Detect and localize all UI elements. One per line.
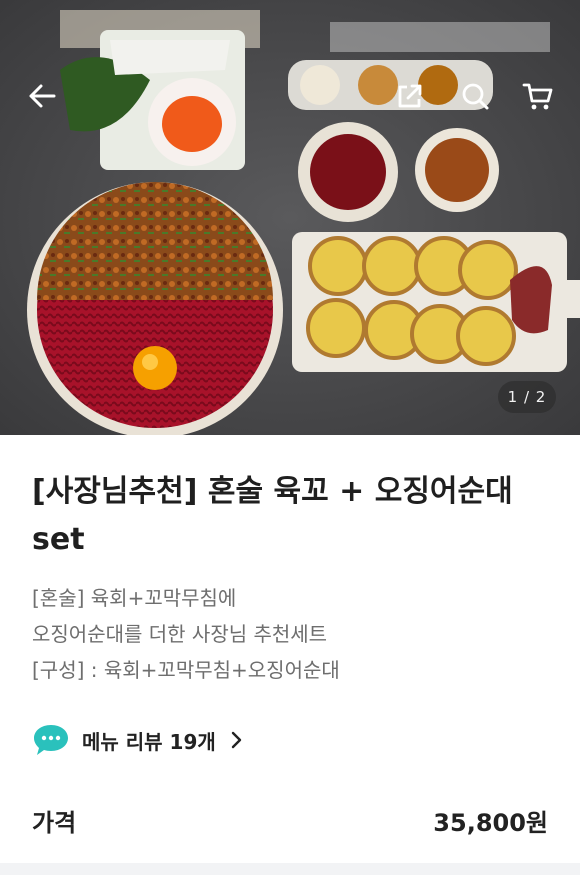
description-line: [혼술] 육회+꼬막무침에	[32, 586, 237, 610]
search-icon	[462, 83, 489, 110]
share-button[interactable]	[390, 76, 430, 116]
search-button[interactable]	[455, 76, 495, 116]
back-button[interactable]	[22, 76, 62, 116]
chevron-right-icon	[231, 731, 241, 749]
product-photo[interactable]: 1 / 2	[0, 0, 580, 435]
share-icon	[398, 84, 422, 108]
product-title-line1: [사장님추천] 혼술 육꼬 + 오징어순대	[32, 474, 513, 509]
description-line: 오징어순대를 더한 사장님 추천세트	[32, 622, 328, 646]
cart-icon	[522, 83, 553, 110]
cart-button[interactable]	[518, 76, 558, 116]
top-navigation-bar	[0, 62, 580, 132]
product-title-line2: set	[32, 522, 85, 557]
section-divider	[0, 863, 580, 875]
back-arrow-icon	[29, 84, 56, 108]
image-pager-indicator: 1 / 2	[498, 381, 556, 413]
description-line: [구성] : 육회+꼬막무침+오징어순대	[32, 658, 340, 682]
chat-bubble-icon	[34, 725, 68, 755]
review-count-label: 메뉴 리뷰 19개	[82, 729, 216, 754]
price-value: 35,800원	[433, 808, 548, 837]
menu-review-link[interactable]: 메뉴 리뷰 19개	[32, 722, 242, 758]
price-label: 가격	[32, 808, 77, 837]
price-row: 가격 35,800원	[32, 798, 548, 842]
product-description: [혼술] 육회+꼬막무침에 오징어순대를 더한 사장님 추천세트 [구성] : …	[32, 580, 552, 688]
product-title: [사장님추천] 혼술 육꼬 + 오징어순대 set	[32, 468, 552, 564]
